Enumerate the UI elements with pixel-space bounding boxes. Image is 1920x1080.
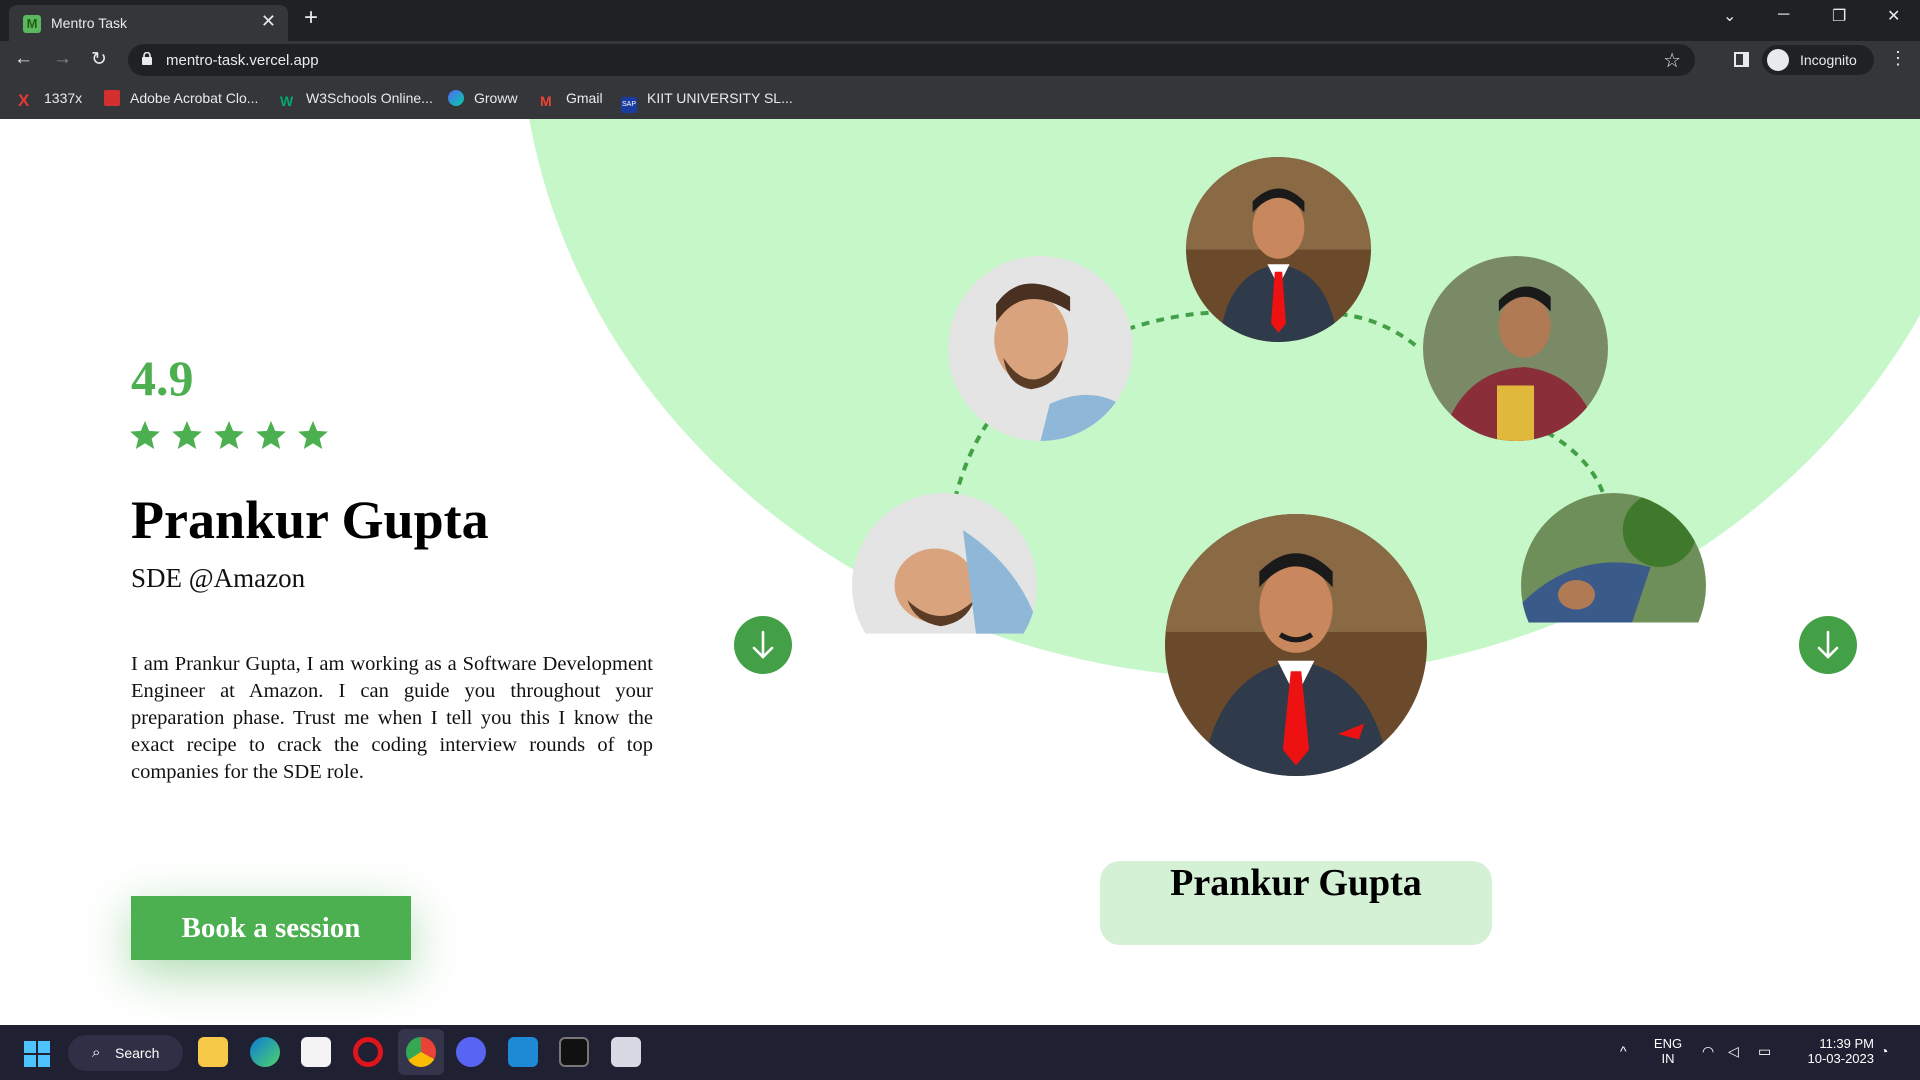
browser-tab[interactable]: M Mentro Task ✕ xyxy=(9,5,288,41)
bookmark-adobe-acrobat[interactable]: Adobe Acrobat Clo... xyxy=(104,90,258,110)
minimize-icon[interactable]: ─ xyxy=(1778,6,1789,24)
file-explorer-icon[interactable] xyxy=(198,1037,228,1067)
tab-search-chevron-icon[interactable]: ⌄ xyxy=(1723,6,1736,26)
clock[interactable]: 11:39 PM 10-03-2023 xyxy=(1794,1036,1875,1066)
star-icon xyxy=(256,421,286,449)
sap-icon: SAP xyxy=(621,97,637,113)
book-session-button[interactable]: Book a session xyxy=(131,896,411,960)
bookmark-gmail[interactable]: M Gmail xyxy=(540,90,603,110)
edge-icon[interactable] xyxy=(250,1037,280,1067)
featured-mentor-name-card: Prankur Gupta xyxy=(1100,861,1492,945)
incognito-label: Incognito xyxy=(1800,52,1857,68)
terminal-icon[interactable] xyxy=(559,1037,589,1067)
incognito-icon xyxy=(1767,49,1789,71)
notification-bell-icon[interactable]: ◔ xyxy=(1880,1043,1888,1059)
forward-arrow-icon[interactable]: → xyxy=(53,48,72,70)
opera-icon[interactable] xyxy=(353,1037,383,1067)
scroll-down-left-button[interactable] xyxy=(734,616,792,674)
star-icon xyxy=(298,421,328,449)
mentor-role: SDE @Amazon xyxy=(131,563,306,593)
mentor-avatar-right[interactable] xyxy=(1423,256,1608,441)
window-close-icon[interactable]: ✕ xyxy=(1887,6,1900,26)
browser-toolbar: ← → ↻ mentro-task.vercel.app ☆ Incognito… xyxy=(0,41,1920,79)
battery-icon[interactable]: ▭ xyxy=(1758,1043,1771,1060)
star-rating xyxy=(129,419,339,456)
arrow-down-icon xyxy=(1817,630,1839,659)
search-icon: ⌕ xyxy=(92,1044,101,1061)
browser-tab-strip: M Mentro Task ✕ + ⌄ ─ ❐ ✕ xyxy=(0,0,1920,41)
bookmark-1337x[interactable]: X 1337x xyxy=(18,90,82,110)
mentor-avatar-left[interactable] xyxy=(948,256,1133,441)
taskbar-search[interactable]: ⌕ Search xyxy=(68,1035,183,1071)
restore-icon[interactable]: ❐ xyxy=(1832,6,1846,26)
wifi-icon[interactable]: ◠ xyxy=(1702,1043,1714,1060)
more-menu-icon[interactable]: ⋮ xyxy=(1889,48,1907,69)
tab-title: Mentro Task xyxy=(51,15,127,31)
bookmark-groww[interactable]: Groww xyxy=(448,90,518,110)
incognito-profile-button[interactable]: Incognito xyxy=(1762,45,1874,75)
w3schools-icon: W xyxy=(280,93,294,109)
windows-start-icon[interactable] xyxy=(24,1041,50,1067)
groww-icon xyxy=(448,90,464,106)
acrobat-icon xyxy=(104,90,120,106)
star-icon xyxy=(130,421,160,449)
snipping-tool-icon[interactable] xyxy=(611,1037,641,1067)
microsoft-store-icon[interactable] xyxy=(301,1037,331,1067)
web-page: 4.9 Prankur Gupta SDE @Amazon I am Prank… xyxy=(0,119,1920,1025)
address-bar[interactable]: mentro-task.vercel.app ☆ xyxy=(128,44,1695,76)
volume-icon[interactable]: ◁ xyxy=(1728,1043,1739,1060)
lock-icon xyxy=(142,52,152,65)
discord-icon[interactable] xyxy=(456,1037,486,1067)
star-icon xyxy=(214,421,244,449)
scroll-down-right-button[interactable] xyxy=(1799,616,1857,674)
url-text: mentro-task.vercel.app xyxy=(166,52,319,69)
search-label: Search xyxy=(115,1045,160,1061)
bookmark-star-icon[interactable]: ☆ xyxy=(1663,48,1681,73)
language-indicator[interactable]: ENG IN xyxy=(1652,1036,1684,1066)
bookmark-kiit[interactable]: SAP KIIT UNIVERSITY SL... xyxy=(621,90,793,113)
gmail-icon: M xyxy=(540,93,552,109)
mentro-favicon-icon: M xyxy=(23,15,41,33)
back-arrow-icon[interactable]: ← xyxy=(14,48,33,70)
side-panel-icon[interactable] xyxy=(1734,52,1749,67)
reload-icon[interactable]: ↻ xyxy=(91,48,107,71)
rating-value: 4.9 xyxy=(131,350,194,406)
star-icon xyxy=(172,421,202,449)
mentor-avatar-featured[interactable] xyxy=(1165,514,1427,776)
show-hidden-icons-chevron[interactable]: ^ xyxy=(1620,1043,1627,1059)
bookmarks-bar: X 1337x Adobe Acrobat Clo... W W3Schools O… xyxy=(0,79,1920,119)
mentor-name: Prankur Gupta xyxy=(131,490,489,550)
arrow-down-icon xyxy=(752,630,774,659)
new-tab-icon[interactable]: + xyxy=(304,6,318,30)
close-tab-icon[interactable]: ✕ xyxy=(261,11,276,32)
mentor-avatar-top[interactable] xyxy=(1186,157,1371,342)
windows-taskbar: ⌕ Search ^ ENG IN ◠ ◁ ▭ 11:39 PM 10-03-202… xyxy=(0,1025,1920,1080)
x-logo-icon: X xyxy=(18,91,30,110)
chrome-icon[interactable] xyxy=(406,1037,436,1067)
vscode-icon[interactable] xyxy=(508,1037,538,1067)
bookmark-w3schools[interactable]: W W3Schools Online... xyxy=(280,90,433,110)
mentor-bio: I am Prankur Gupta, I am working as a So… xyxy=(131,653,653,783)
